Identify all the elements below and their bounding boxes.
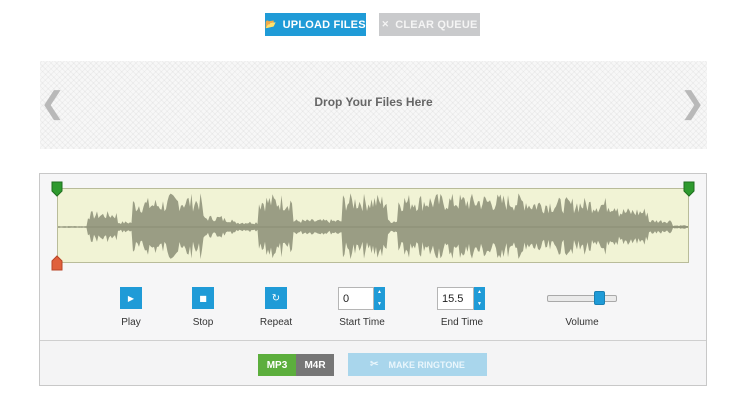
spin-up-icon[interactable]: ▲ <box>377 290 382 295</box>
make-ringtone-button[interactable]: ✂ MAKE RINGTONE <box>348 353 487 376</box>
scissors-icon: ✂ <box>370 359 379 370</box>
spin-down-icon[interactable]: ▼ <box>377 301 382 307</box>
play-button[interactable]: ▶ <box>120 287 142 309</box>
start-time-label: Start Time <box>339 317 385 328</box>
start-marker-top[interactable] <box>51 181 63 197</box>
start-time-input[interactable] <box>338 287 374 310</box>
repeat-icon: ↻ <box>271 292 281 304</box>
volume-slider-track[interactable] <box>547 295 617 302</box>
drop-zone-text: Drop Your Files Here <box>314 95 433 109</box>
end-time-label: End Time <box>440 317 484 328</box>
upload-files-button[interactable]: 📂 UPLOAD FILES <box>265 13 366 36</box>
repeat-button[interactable]: ↻ <box>265 287 287 309</box>
close-icon: ✕ <box>381 19 390 29</box>
format-m4r-button[interactable]: M4R <box>296 354 334 376</box>
spin-up-icon[interactable]: ▲ <box>477 290 482 295</box>
repeat-label: Repeat <box>259 317 293 328</box>
play-icon: ▶ <box>127 293 135 303</box>
stop-icon: ■ <box>199 293 207 303</box>
output-bar: MP3 M4R ✂ MAKE RINGTONE <box>40 340 706 385</box>
audio-editor-panel: ▶ Play ■ Stop ↻ Repeat ▲ ▼ Start Time ▲ … <box>39 173 707 386</box>
volume-slider-handle[interactable] <box>594 291 606 305</box>
clear-queue-button[interactable]: ✕ CLEAR QUEUE <box>379 13 480 36</box>
chevron-right-icon[interactable]: ❯ <box>680 89 705 119</box>
upload-files-label: UPLOAD FILES <box>282 18 366 31</box>
end-time-stepper: ▲ ▼ <box>437 287 486 310</box>
play-label: Play <box>121 317 141 328</box>
stop-button[interactable]: ■ <box>192 287 214 309</box>
playhead-marker[interactable] <box>51 255 63 271</box>
file-drop-zone[interactable]: ❮ Drop Your Files Here ❯ <box>40 61 707 149</box>
end-time-spinner[interactable]: ▲ ▼ <box>474 287 485 310</box>
end-marker-top[interactable] <box>683 181 695 197</box>
clear-queue-label: CLEAR QUEUE <box>395 18 478 31</box>
waveform[interactable] <box>57 188 689 263</box>
spin-down-icon[interactable]: ▼ <box>477 301 482 307</box>
make-ringtone-label: MAKE RINGTONE <box>388 359 465 370</box>
folder-icon: 📂 <box>265 19 277 29</box>
format-mp3-button[interactable]: MP3 <box>258 354 296 376</box>
volume-label: Volume <box>565 317 599 328</box>
waveform-shape <box>58 193 688 260</box>
waveform-graphic <box>58 193 688 260</box>
start-time-spinner[interactable]: ▲ ▼ <box>374 287 385 310</box>
ringtone-maker: 📂 UPLOAD FILES ✕ CLEAR QUEUE ❮ Drop Your… <box>0 0 750 400</box>
start-time-stepper: ▲ ▼ <box>338 287 386 310</box>
stop-label: Stop <box>192 317 214 328</box>
end-time-input[interactable] <box>437 287 474 310</box>
